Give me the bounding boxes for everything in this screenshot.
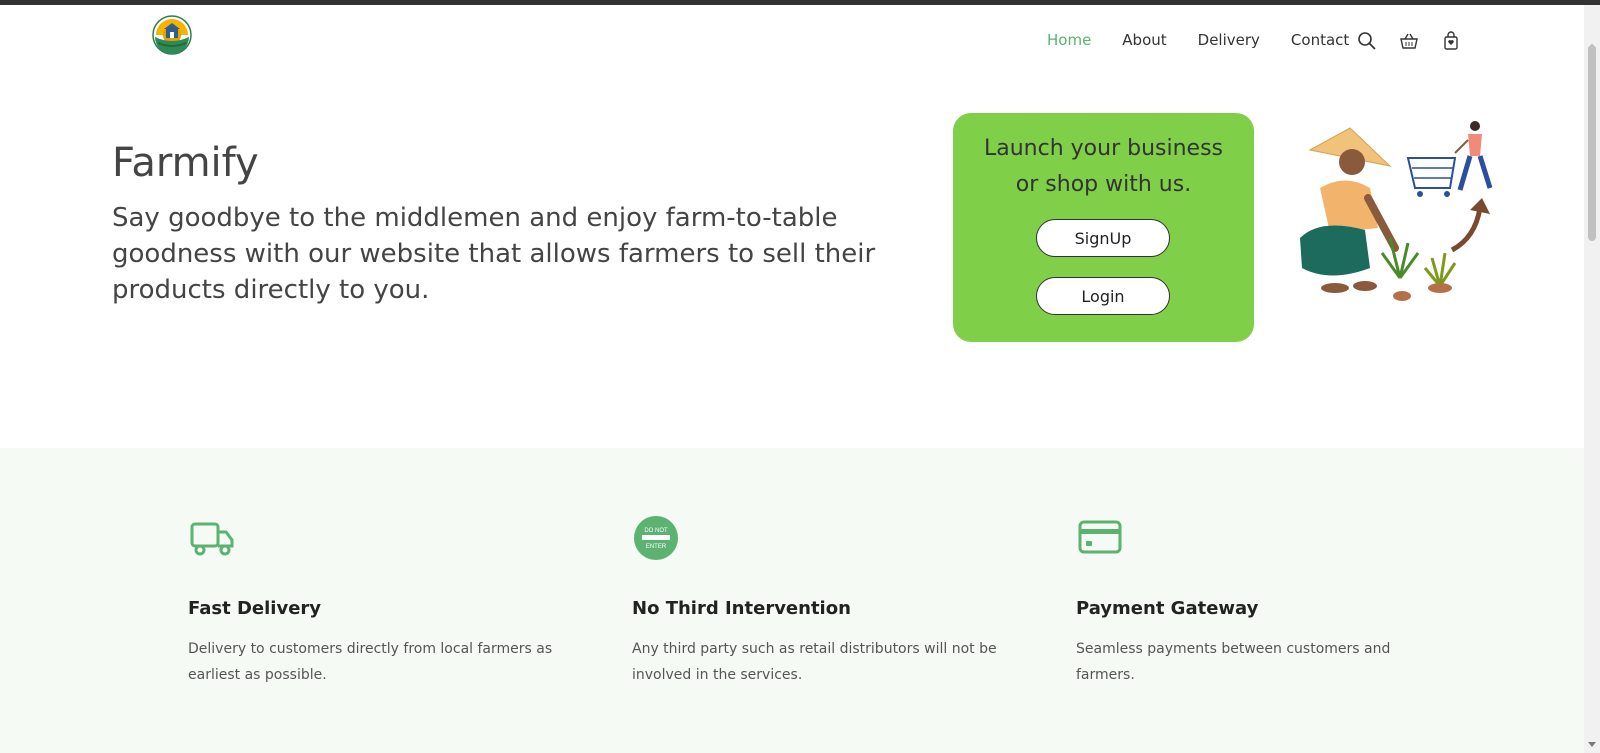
do-not-enter-icon: DO NOT ENTER: [634, 516, 678, 560]
feature-title: No Third Intervention: [632, 598, 851, 619]
scrollbar-thumb[interactable]: [1588, 45, 1596, 241]
svg-text:ENTER: ENTER: [646, 544, 667, 550]
nav-icons: [1357, 31, 1461, 51]
nav-delivery[interactable]: Delivery: [1198, 31, 1260, 49]
hero-subtitle: Say goodbye to the middlemen and enjoy f…: [112, 203, 876, 305]
features-section: Fast Delivery Delivery to customers dire…: [0, 448, 1584, 753]
nav-contact[interactable]: Contact: [1291, 31, 1349, 49]
svg-text:DO NOT: DO NOT: [644, 528, 668, 534]
nav-home[interactable]: Home: [1047, 31, 1091, 49]
credit-card-icon: [1078, 520, 1122, 554]
nav-about[interactable]: About: [1122, 31, 1166, 49]
search-icon[interactable]: [1357, 31, 1377, 51]
feature-title: Fast Delivery: [188, 598, 322, 619]
cta-text: Launch your business or shop with us.: [983, 136, 1223, 197]
feature-description: Delivery to customers directly from loca…: [188, 641, 553, 683]
scroll-down-arrow-icon[interactable]: [1588, 742, 1596, 747]
feature-title: Payment Gateway: [1076, 598, 1259, 619]
truck-icon: [190, 522, 234, 556]
site-header: Home About Delivery Contact: [0, 5, 1584, 70]
login-button[interactable]: Login: [1036, 277, 1170, 315]
cta-card: Launch your business or shop with us. Si…: [953, 113, 1254, 342]
page-scrollbar[interactable]: [1584, 5, 1600, 753]
basket-icon[interactable]: [1399, 31, 1419, 51]
shopping-bag-icon[interactable]: [1441, 31, 1461, 51]
farmer-illustration: [1300, 121, 1493, 301]
hero-title: Farmify: [112, 140, 259, 186]
main-nav: Home About Delivery Contact: [1047, 31, 1380, 49]
farmify-logo[interactable]: [152, 15, 192, 55]
signup-button[interactable]: SignUp: [1036, 219, 1170, 257]
feature-description: Any third party such as retail distribut…: [632, 641, 997, 683]
feature-description: Seamless payments between customers and …: [1076, 641, 1391, 683]
